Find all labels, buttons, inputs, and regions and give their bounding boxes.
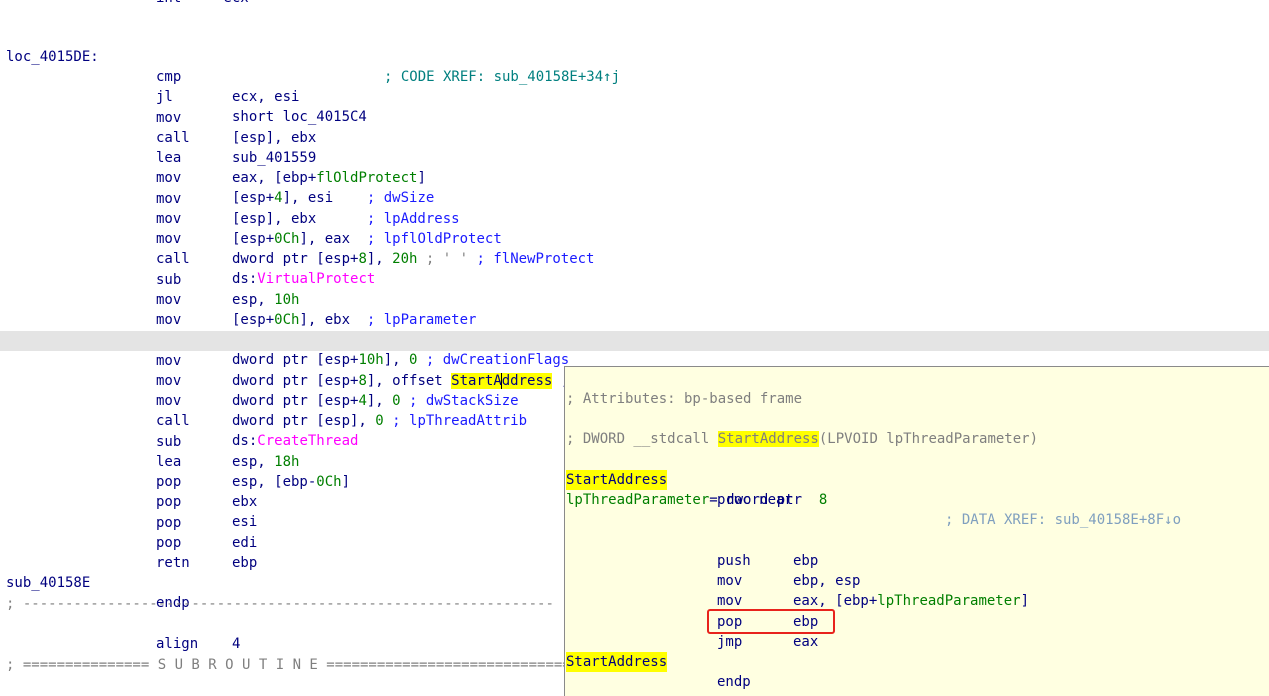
listing-line[interactable]: jl short loc_4015C4 <box>0 67 1269 125</box>
popup-param-line: lpThreadParameter= dword ptr 8 <box>566 492 828 508</box>
startaddress-symbol[interactable]: StartAddress <box>717 431 819 447</box>
listing-line[interactable]: mov dword ptr [esp+8], 20h ; ' ' ; flNew… <box>0 209 1269 267</box>
listing-line-cut[interactable]: int ecx <box>0 0 1269 8</box>
popup-instruction: pop ebp <box>565 592 1269 630</box>
listing-line[interactable]: mov [esp], ebx ; lpAddress <box>0 169 1269 227</box>
popup-instruction: mov ebp, esp <box>565 551 1269 589</box>
proc-label[interactable]: StartAddress <box>566 470 668 490</box>
mnemonic: endp <box>717 674 751 690</box>
proc-label[interactable]: StartAddress <box>566 652 668 672</box>
listing-line-label[interactable]: loc_4015DE: ; CODE XREF: sub_40158E+34↑j <box>0 27 1269 85</box>
listing-line[interactable]: mov [esp+0Ch], ebx ; lpParameter <box>0 270 1269 328</box>
listing-line[interactable]: mov dword ptr [esp+10h], 0 ; dwCreationF… <box>0 310 1269 368</box>
popup-instruction: push ebp <box>565 531 1269 569</box>
operand: 4 <box>232 636 241 652</box>
listing-line-current[interactable]: mov dword ptr [esp+8], offset StartAddre… <box>0 330 1269 389</box>
hover-preview-popup: ; Attributes: bp-based frame ; DWORD __st… <box>564 366 1269 696</box>
listing-line[interactable]: sub esp, 10h <box>0 250 1269 308</box>
listing-line[interactable]: mov [esp+4], esi ; dwSize <box>0 148 1269 206</box>
listing-line[interactable]: cmp ecx, esi <box>0 47 1269 105</box>
mnemonic: int ecx <box>156 0 249 8</box>
popup-endp-line: StartAddress endp <box>565 632 1269 690</box>
xref-comment: ; DATA XREF: sub_40158E+8F↓o <box>945 512 1182 528</box>
listing-line[interactable]: lea eax, [ebp+flOldProtect] <box>0 128 1269 186</box>
jmp-eax-highlight-box <box>707 609 835 634</box>
listing-line[interactable]: mov [esp], ebx <box>0 88 1269 146</box>
listing-line[interactable]: call ds:VirtualProtect <box>0 229 1269 287</box>
popup-instruction: mov eax, [ebp+lpThreadParameter] <box>565 571 1269 609</box>
popup-decl-line: ; DWORD __stdcall StartAddress(LPVOID lp… <box>566 431 1039 447</box>
listing-line[interactable]: mov dword ptr [esp+14h], 0 ; lpThreadId <box>0 290 1269 348</box>
popup-instruction: jmp eax <box>565 612 1269 650</box>
popup-attr-line: ; Attributes: bp-based frame <box>566 391 803 407</box>
listing-line[interactable]: call sub_401559 <box>0 108 1269 166</box>
listing-line[interactable]: mov [esp+0Ch], eax ; lpflOldProtect <box>0 189 1269 247</box>
popup-proc-line: StartAddress proc near ; DATA XREF: sub_… <box>565 450 1269 528</box>
mnemonic: align <box>156 636 199 652</box>
proc-label[interactable]: sub_40158E <box>6 573 90 593</box>
